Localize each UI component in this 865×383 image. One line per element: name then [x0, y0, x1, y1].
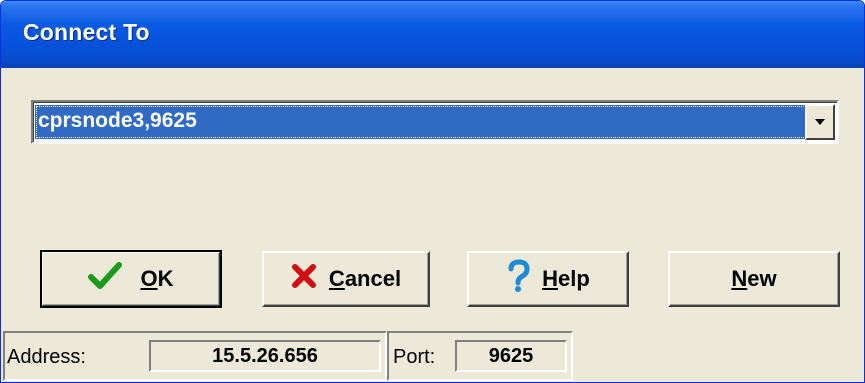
combobox-dropdown-button[interactable]	[805, 104, 835, 140]
server-combobox-value: cprsnode3,9625	[38, 109, 197, 132]
x-icon	[291, 263, 317, 295]
new-button[interactable]: New	[668, 251, 840, 307]
port-value: 9625	[455, 340, 567, 372]
address-value: 15.5.26.656	[149, 340, 381, 372]
address-label: Address:	[7, 346, 86, 368]
cancel-button[interactable]: Cancel	[262, 251, 430, 307]
address-panel: Address: 15.5.26.656	[3, 331, 387, 381]
help-button-label: Help	[542, 266, 590, 291]
server-combobox[interactable]: cprsnode3,9625	[31, 100, 839, 144]
new-button-label: New	[731, 266, 777, 291]
port-label: Port:	[393, 346, 436, 368]
server-combobox-selection[interactable]: cprsnode3,9625	[35, 105, 827, 139]
help-button[interactable]: Help	[467, 251, 629, 307]
port-panel: Port: 9625	[387, 331, 573, 381]
ok-button-label: OK	[140, 266, 174, 291]
cancel-button-label: Cancel	[328, 266, 402, 291]
check-icon	[88, 261, 123, 297]
ok-button[interactable]: OK	[40, 250, 222, 308]
window-title: Connect To	[23, 19, 150, 45]
connect-to-dialog: Connect To cprsnode3,9625 OK Cancel Help…	[0, 0, 865, 383]
question-icon	[506, 259, 532, 299]
title-bar[interactable]: Connect To	[1, 1, 864, 68]
status-bar: Address: 15.5.26.656 Port: 9625	[1, 331, 864, 382]
chevron-down-icon	[815, 119, 825, 125]
